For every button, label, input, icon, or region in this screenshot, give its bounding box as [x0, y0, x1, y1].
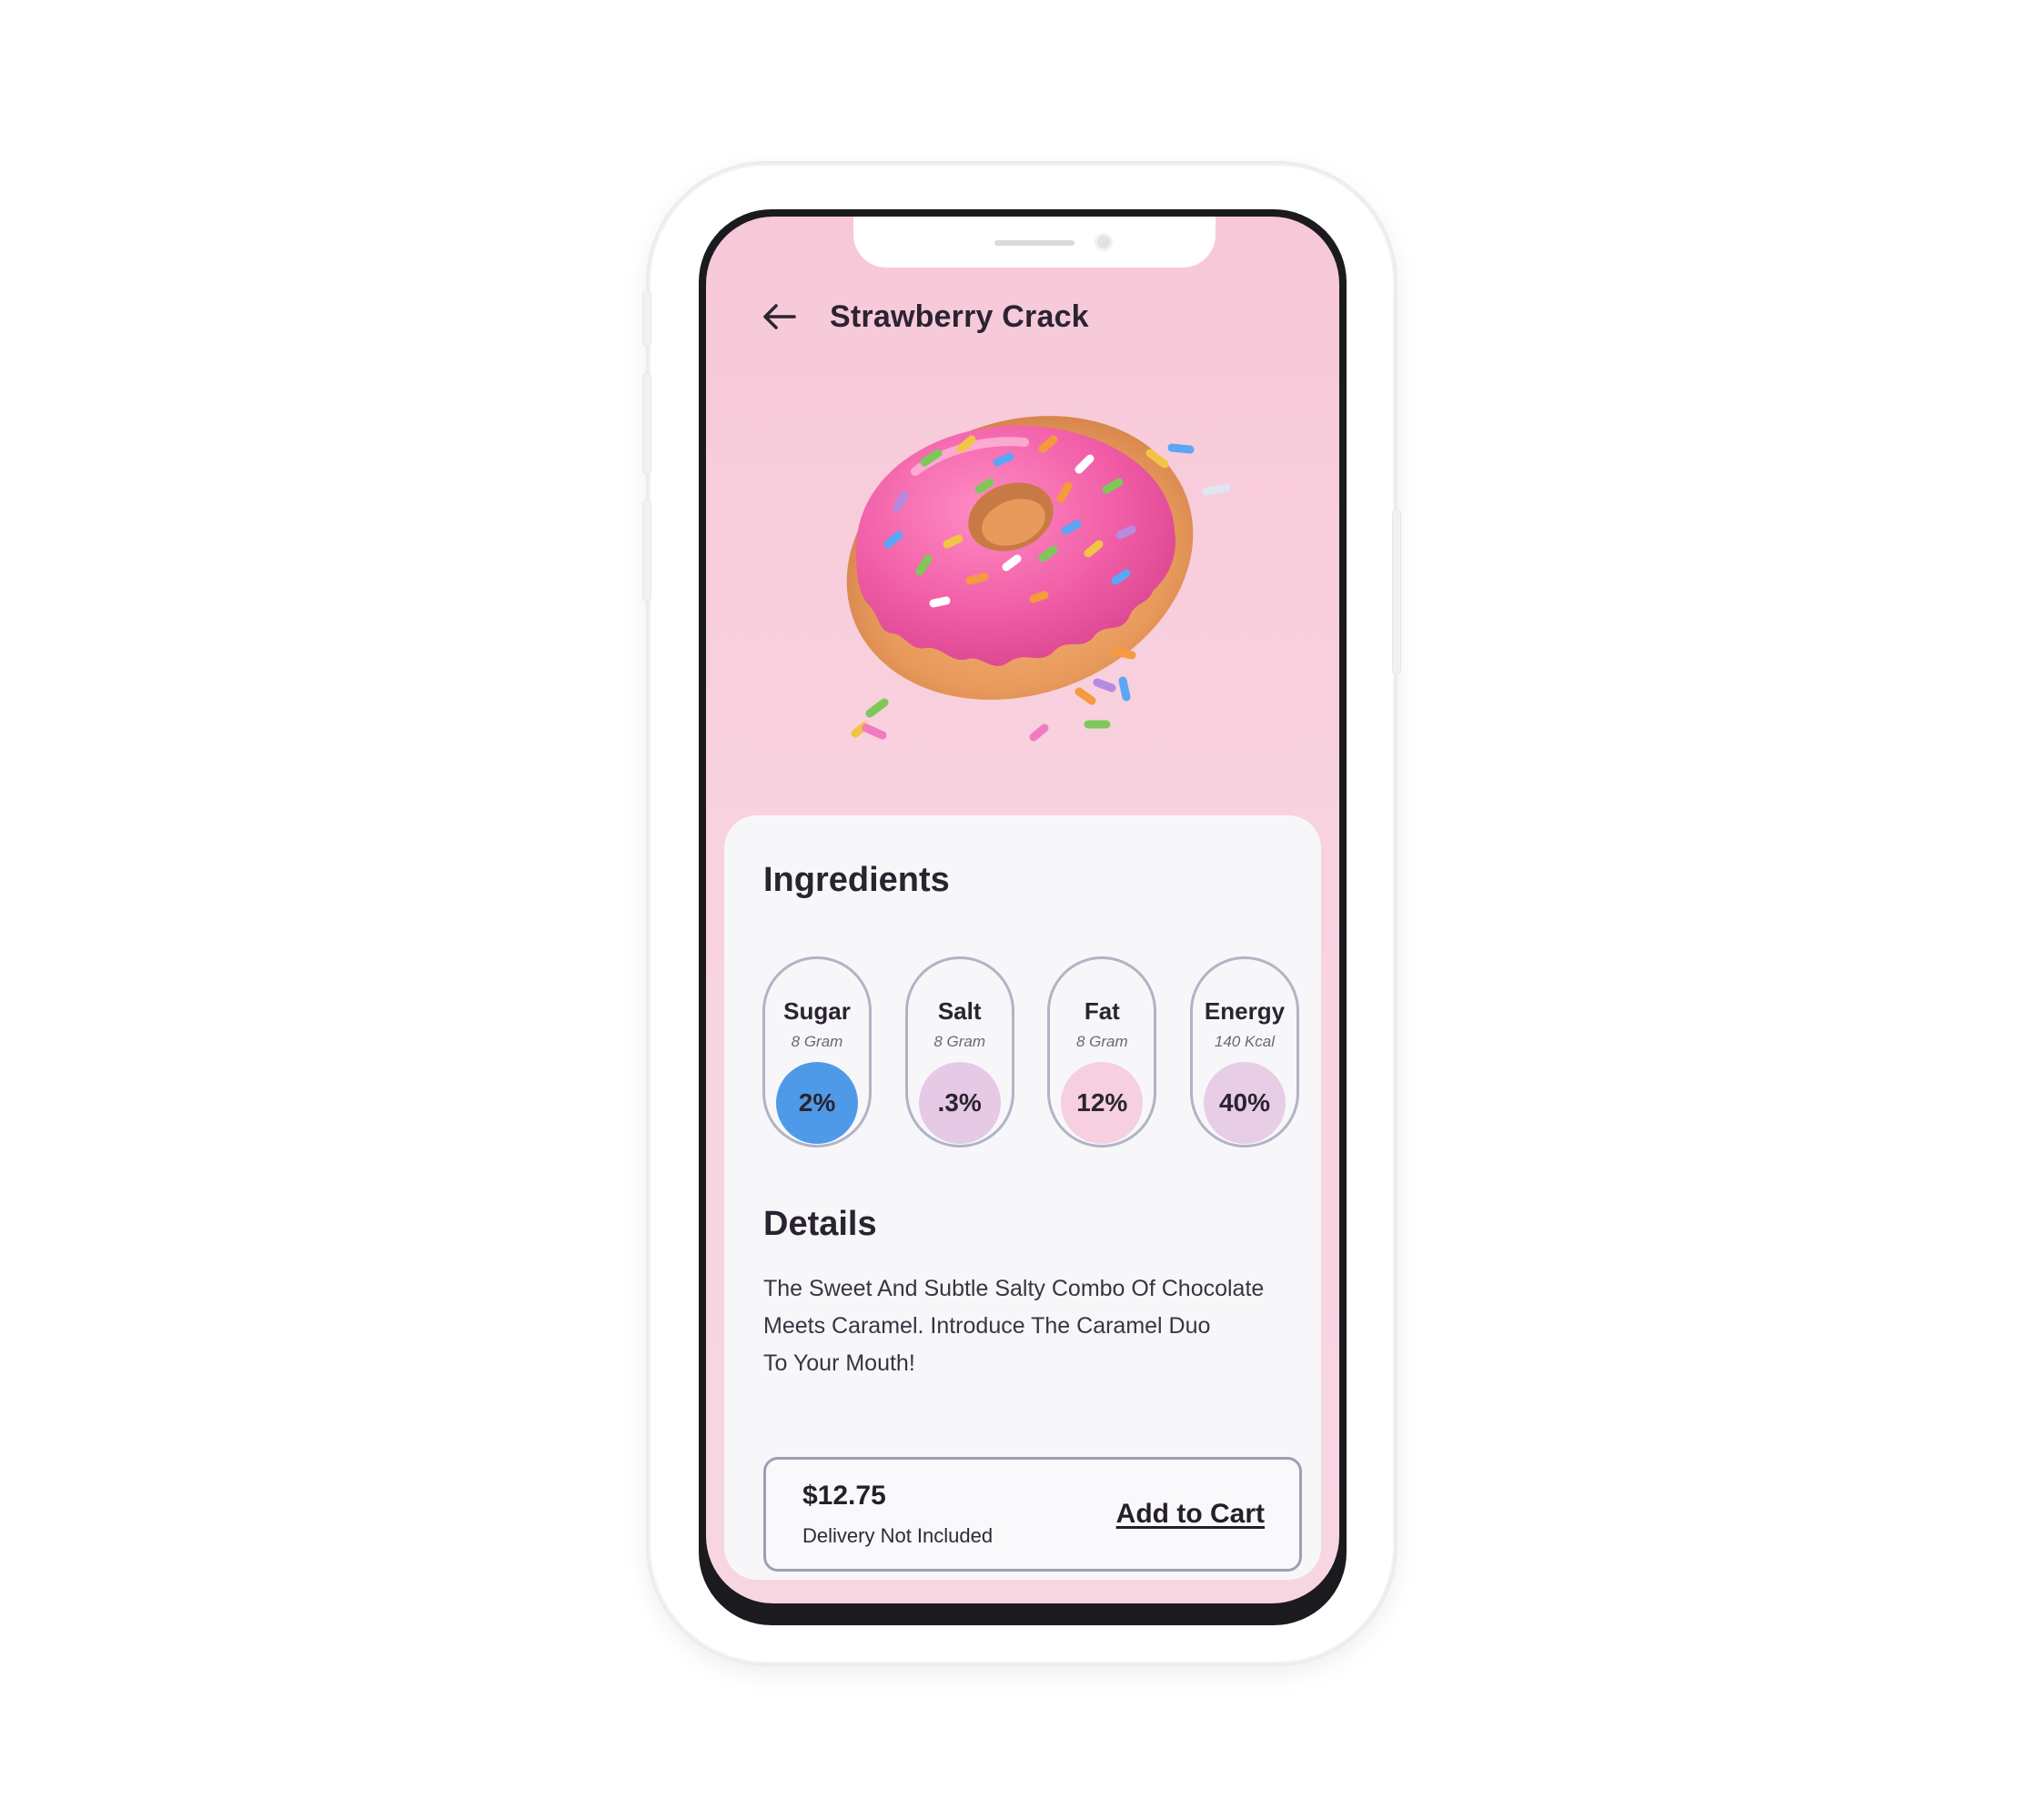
- page-title: Strawberry Crack: [830, 298, 1089, 334]
- ingredient-sugar[interactable]: Sugar 8 Gram 2%: [762, 956, 872, 1148]
- ingredient-percent: .3%: [918, 1062, 1001, 1144]
- power-button: [1393, 510, 1400, 673]
- back-button[interactable]: [759, 297, 799, 337]
- details-heading: Details: [763, 1205, 877, 1243]
- delivery-note: Delivery Not Included: [802, 1524, 994, 1547]
- details-line: The Sweet And Subtle Salty Combo Of Choc…: [763, 1276, 1265, 1301]
- ingredient-percent: 40%: [1203, 1062, 1286, 1144]
- details-line: To Your Mouth!: [763, 1350, 915, 1376]
- details-description: The Sweet And Subtle Salty Combo Of Choc…: [763, 1270, 1309, 1382]
- price-block: $12.75 Delivery Not Included: [802, 1481, 993, 1548]
- volume-down-button: [643, 500, 651, 601]
- ingredients-heading: Ingredients: [763, 861, 950, 899]
- ingredient-salt[interactable]: Salt 8 Gram .3%: [904, 956, 1014, 1148]
- ingredient-name: Fat: [1084, 997, 1120, 1025]
- donut-image: [846, 416, 1231, 742]
- ingredient-fat[interactable]: Fat 8 Gram 12%: [1047, 956, 1157, 1148]
- ingredient-name: Energy: [1204, 997, 1286, 1025]
- phone-bezel: Strawberry Crack Ingredients Sugar 8 Gra…: [699, 209, 1347, 1625]
- price: $12.75: [802, 1481, 886, 1511]
- cart-bar: $12.75 Delivery Not Included Add to Cart: [763, 1457, 1302, 1572]
- arrow-left-icon: [763, 304, 796, 329]
- speaker-grille: [994, 240, 1074, 246]
- volume-up-button: [643, 373, 651, 473]
- ingredients-list: Sugar 8 Gram 2% Salt 8 Gram .3% Fat 8 Gr…: [762, 956, 1299, 1148]
- ingredient-amount: 8 Gram: [791, 1033, 843, 1050]
- stage: Strawberry Crack Ingredients Sugar 8 Gra…: [0, 0, 2038, 1820]
- ingredient-name: Salt: [937, 997, 982, 1025]
- details-line: Meets Caramel. Introduce The Caramel Duo: [763, 1313, 1211, 1339]
- ingredient-amount: 8 Gram: [933, 1033, 985, 1050]
- ingredient-amount: 140 Kcal: [1214, 1033, 1276, 1050]
- app-header: Strawberry Crack: [759, 289, 1303, 344]
- phone-frame: Strawberry Crack Ingredients Sugar 8 Gra…: [643, 164, 1400, 1663]
- add-to-cart-button[interactable]: Add to Cart: [1116, 1499, 1265, 1530]
- silent-switch: [643, 291, 651, 346]
- ingredient-name: Sugar: [783, 997, 851, 1025]
- app-screen: Strawberry Crack Ingredients Sugar 8 Gra…: [706, 217, 1339, 1603]
- ingredient-percent: 12%: [1061, 1062, 1144, 1144]
- ingredient-energy[interactable]: Energy 140 Kcal 40%: [1189, 956, 1299, 1148]
- ingredient-amount: 8 Gram: [1075, 1033, 1128, 1050]
- notch: [853, 217, 1216, 268]
- product-info-card: Ingredients Sugar 8 Gram 2% Salt 8 Gram …: [724, 815, 1321, 1580]
- ingredient-percent: 2%: [776, 1062, 858, 1144]
- front-camera: [1095, 233, 1113, 251]
